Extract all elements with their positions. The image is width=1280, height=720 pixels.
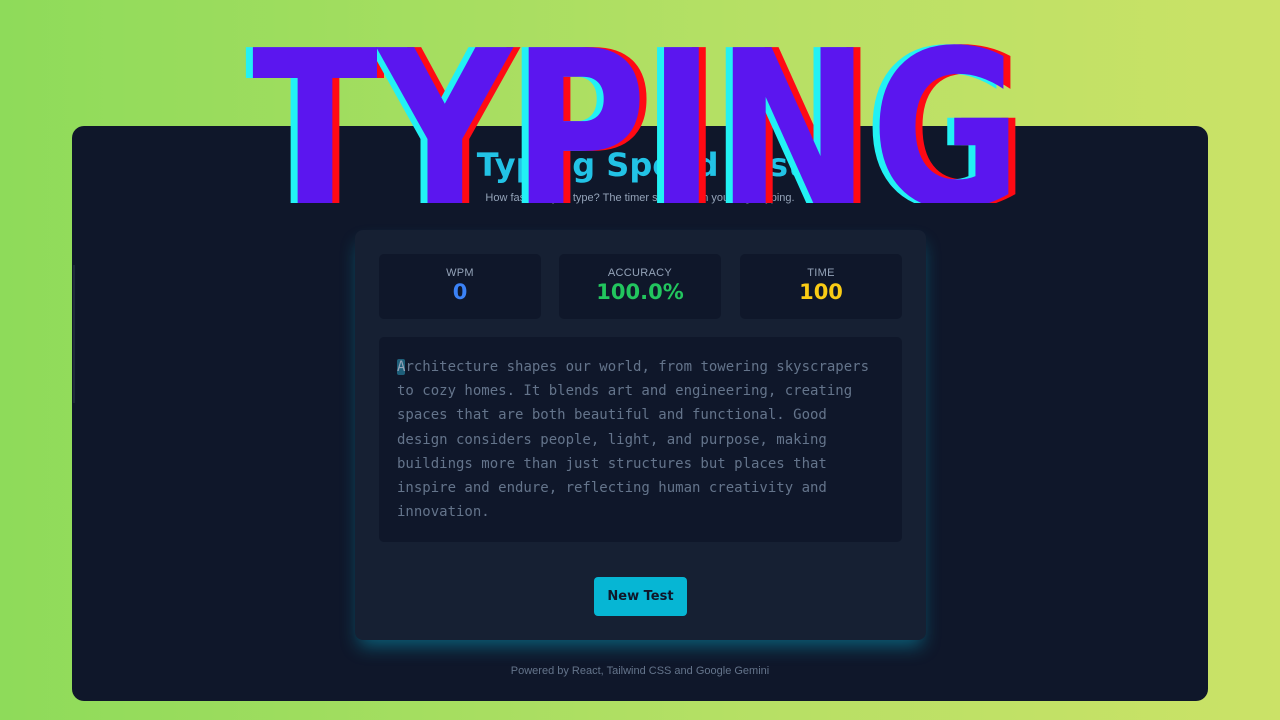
panel-edge-divider: [73, 265, 75, 403]
time-value: 100: [799, 280, 843, 304]
wpm-value: 0: [452, 280, 468, 304]
accuracy-stat: ACCURACY 100.0%: [559, 254, 721, 319]
time-label: TIME: [807, 267, 835, 279]
typing-area[interactable]: Architecture shapes our world, from towe…: [379, 337, 902, 542]
new-test-button[interactable]: New Test: [594, 577, 687, 616]
accuracy-value: 100.0%: [596, 280, 684, 304]
wpm-stat: WPM 0: [379, 254, 541, 319]
passage-text: Architecture shapes our world, from towe…: [397, 355, 884, 524]
remaining-text: rchitecture shapes our world, from tower…: [397, 359, 870, 521]
page-title: Typing Speed Test: [476, 146, 804, 184]
page-subtitle: How fast can you type? The timer starts …: [485, 192, 795, 204]
footer-credit: Powered by React, Tailwind CSS and Googl…: [510, 665, 770, 677]
time-stat: TIME 100: [740, 254, 902, 319]
typing-test-card: WPM 0 ACCURACY 100.0% TIME 100 Architect…: [355, 230, 926, 640]
wpm-label: WPM: [446, 267, 474, 279]
accuracy-label: ACCURACY: [607, 267, 673, 279]
